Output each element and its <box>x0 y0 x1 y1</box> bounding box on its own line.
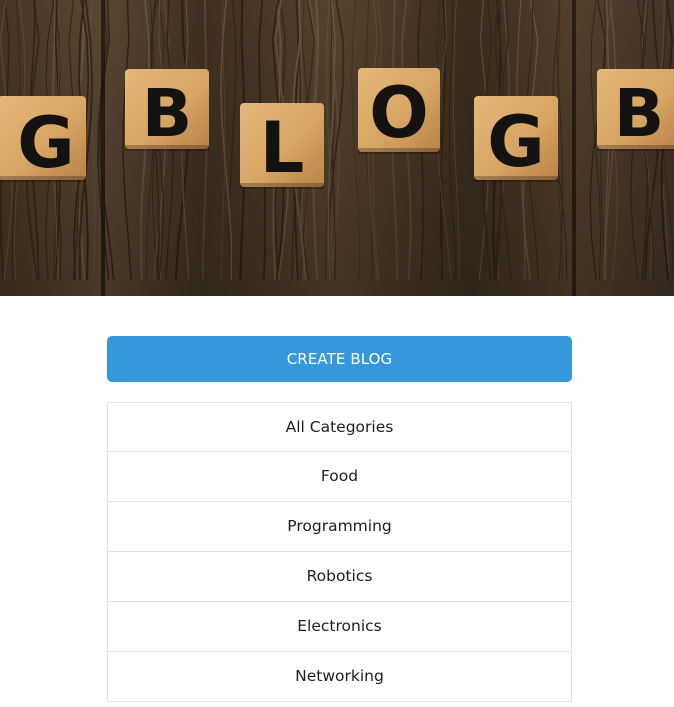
svg-text:L: L <box>260 107 305 189</box>
svg-text:O: O <box>369 72 429 154</box>
category-item-robotics[interactable]: Robotics <box>107 552 572 602</box>
letter-cube-l: L <box>240 103 324 189</box>
category-item-food[interactable]: Food <box>107 452 572 502</box>
create-blog-button[interactable]: CREATE BLOG <box>107 336 572 382</box>
category-list: All Categories Food Programming Robotics… <box>107 402 572 702</box>
letter-cube-b2: B <box>597 69 674 152</box>
svg-text:B: B <box>142 75 192 152</box>
category-item-programming[interactable]: Programming <box>107 502 572 552</box>
category-item-networking[interactable]: Networking <box>107 652 572 702</box>
letter-cube-g2: G <box>474 96 558 183</box>
category-item-electronics[interactable]: Electronics <box>107 602 572 652</box>
svg-text:G: G <box>487 101 544 183</box>
hero-banner: G B L O G B <box>0 0 674 296</box>
category-item-all[interactable]: All Categories <box>107 402 572 452</box>
hero-image: G B L O G B <box>0 0 674 296</box>
svg-text:B: B <box>614 75 664 152</box>
letter-cube-b1: B <box>125 69 209 152</box>
letter-cube-g1: G <box>0 96 86 184</box>
svg-text:G: G <box>17 102 74 184</box>
letter-cube-o: O <box>358 68 440 154</box>
